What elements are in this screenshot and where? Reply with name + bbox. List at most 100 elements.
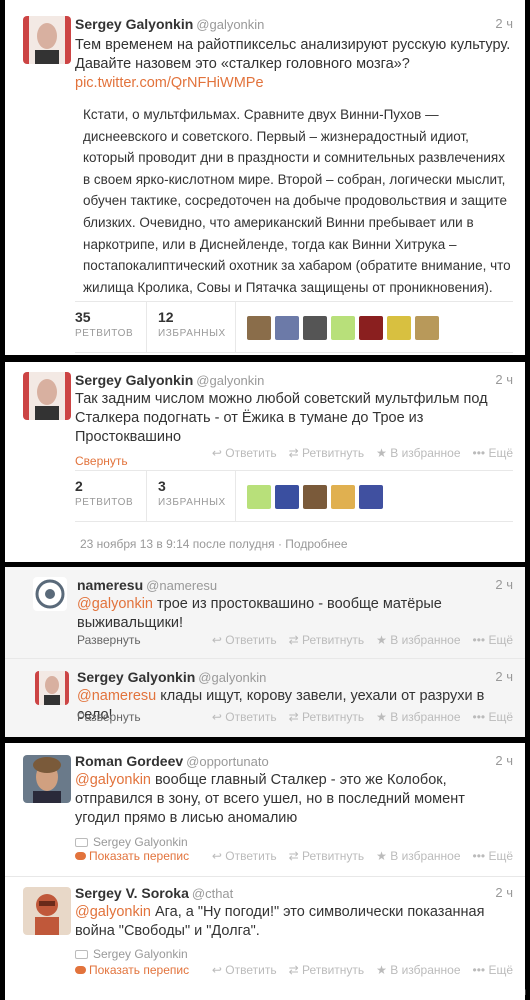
tweet-text: Тем временем на райотпиксельс анализирую… [75, 36, 513, 93]
favorite-count[interactable]: 12 ИЗБРАННЫХ [158, 309, 226, 339]
mention-link[interactable]: @galyonkin [75, 904, 151, 920]
expand-link[interactable]: Развернуть [77, 710, 141, 724]
retweet-count[interactable]: 2 РЕТВИТОВ [75, 478, 133, 508]
tweet-actions: ↩ Ответить ⇄ Ретвитнуть ★ В избранное ••• Е… [200, 963, 513, 977]
tweet-text-body: Тем временем на райотпиксельс анализирую… [75, 37, 511, 72]
tweet[interactable]: Sergey V. Soroka @cthat 2 ч @galyonkin Аг… [5, 877, 525, 1000]
author-handle[interactable]: @cthat [192, 886, 233, 901]
favoriters-avatars [247, 485, 387, 509]
show-conversation-link[interactable]: Показать перепис [75, 849, 197, 863]
timestamp[interactable]: 2 ч [495, 575, 513, 595]
timestamp[interactable]: 2 ч [495, 883, 513, 903]
author-handle[interactable]: @galyonkin [198, 670, 266, 685]
more-button[interactable]: ••• Ещё [473, 849, 514, 863]
more-button[interactable]: ••• Ещё [473, 633, 514, 647]
embedded-image-text[interactable]: Кстати, о мультфильмах. Сравните двух Ви… [83, 104, 513, 298]
retweet-button[interactable]: ⇄ Ретвитнуть [289, 710, 365, 724]
mini-avatar[interactable] [415, 316, 439, 340]
reply-button[interactable]: ↩ Ответить [212, 633, 277, 647]
mention-link[interactable]: @galyonkin [75, 772, 151, 788]
author-handle[interactable]: @opportunato [186, 754, 269, 769]
timestamp[interactable]: 2 ч [495, 370, 513, 390]
avatar[interactable] [33, 577, 67, 611]
avatar[interactable] [23, 755, 71, 803]
mini-avatar[interactable] [303, 485, 327, 509]
retweet-button[interactable]: ⇄ Ретвитнуть [289, 849, 365, 863]
favorite-button[interactable]: ★ В избранное [376, 633, 460, 647]
mini-avatar[interactable] [359, 485, 383, 509]
show-conversation-link[interactable]: Показать перепис [75, 963, 197, 977]
tweet[interactable]: Sergey Galyonkin @galyonkin 2 ч @nameresu… [5, 659, 525, 737]
favoriters-avatars [247, 316, 443, 340]
mini-avatar[interactable] [247, 485, 271, 509]
author-name[interactable]: Sergey Galyonkin [75, 372, 193, 388]
mini-avatar[interactable] [331, 485, 355, 509]
reply-button[interactable]: ↩ Ответить [212, 710, 277, 724]
mini-avatar[interactable] [331, 316, 355, 340]
author-handle[interactable]: @galyonkin [196, 17, 264, 32]
avatar[interactable] [35, 671, 69, 705]
tweet-text: @galyonkin вообще главный Сталкер - это … [75, 771, 513, 828]
tweet[interactable]: nameresu @nameresu 2 ч @galyonkin трое из… [5, 567, 525, 651]
tweet-actions: ↩ Ответить ⇄ Ретвитнуть ★ В избранное ••• Е… [200, 633, 513, 647]
tweet-text: @galyonkin Ага, а "Ну погоди!" это симво… [75, 903, 513, 941]
author-handle[interactable]: @nameresu [146, 578, 217, 593]
favorite-button[interactable]: ★ В избранное [376, 849, 460, 863]
expand-link[interactable]: Развернуть [77, 633, 141, 647]
mini-avatar[interactable] [275, 485, 299, 509]
author-name[interactable]: Sergey Galyonkin [77, 669, 195, 685]
tweet-stats: 2 РЕТВИТОВ 3 ИЗБРАННЫХ [75, 470, 513, 522]
avatar[interactable] [23, 887, 71, 935]
avatar[interactable] [23, 16, 71, 64]
favorite-button[interactable]: ★ В избранное [376, 963, 460, 977]
tweet-text: Так задним числом можно любой советский … [75, 391, 488, 445]
reply-button[interactable]: ↩ Ответить [212, 963, 277, 977]
retweet-icon [75, 950, 88, 959]
tweet-date[interactable]: 23 ноября 13 в 9:14 после полудня · Подр… [80, 537, 348, 551]
reply-button[interactable]: ↩ Ответить [212, 446, 277, 460]
retweet-button[interactable]: ⇄ Ретвитнуть [289, 446, 365, 460]
favorite-count[interactable]: 3 ИЗБРАННЫХ [158, 478, 226, 508]
favorite-button[interactable]: ★ В избранное [376, 710, 460, 724]
mini-avatar[interactable] [303, 316, 327, 340]
mini-avatar[interactable] [275, 316, 299, 340]
tweet[interactable]: Sergey Galyonkin @galyonkin 2 ч Так задни… [5, 362, 525, 562]
tweet[interactable]: Roman Gordeev @opportunato 2 ч @galyonkin… [5, 743, 525, 871]
timestamp[interactable]: 2 ч [495, 751, 513, 771]
conversation-icon [75, 966, 86, 974]
retweet-count[interactable]: 35 РЕТВИТОВ [75, 309, 133, 339]
retweet-button[interactable]: ⇄ Ретвитнуть [289, 633, 365, 647]
tweet-card-1: Sergey Galyonkin @galyonkin 2 ч Тем време… [5, 0, 525, 355]
tweet-card-4: Roman Gordeev @opportunato 2 ч @galyonkin… [5, 743, 525, 1000]
mention-link[interactable]: @galyonkin [77, 596, 153, 612]
author-name[interactable]: Sergey V. Soroka [75, 885, 189, 901]
timestamp[interactable]: 2 ч [495, 667, 513, 687]
mini-avatar[interactable] [359, 316, 383, 340]
mini-avatar[interactable] [387, 316, 411, 340]
tweet-card-2: Sergey Galyonkin @galyonkin 2 ч Так задни… [5, 362, 525, 562]
favorite-button[interactable]: ★ В избранное [376, 446, 460, 460]
retweeted-by[interactable]: Sergey Galyonkin [75, 835, 513, 849]
more-button[interactable]: ••• Ещё [473, 446, 514, 460]
tweet-actions: ↩ Ответить ⇄ Ретвитнуть ★ В избранное ••• Е… [200, 710, 513, 724]
mini-avatar[interactable] [247, 316, 271, 340]
media-link[interactable]: pic.twitter.com/QrNFHiWMPe [75, 75, 264, 91]
retweeted-by[interactable]: Sergey Galyonkin [75, 947, 513, 961]
more-button[interactable]: ••• Ещё [473, 710, 514, 724]
author-name[interactable]: Sergey Galyonkin [75, 16, 193, 32]
tweet-card-3: nameresu @nameresu 2 ч @galyonkin трое из… [5, 567, 525, 737]
conversation-icon [75, 852, 86, 860]
mention-link[interactable]: @nameresu [77, 688, 156, 704]
avatar[interactable] [23, 372, 71, 420]
tweet-text: @galyonkin трое из простоквашино - вообщ… [75, 595, 513, 633]
watermark: pikabu.ru [484, 987, 526, 998]
retweet-button[interactable]: ⇄ Ретвитнуть [289, 963, 365, 977]
more-button[interactable]: ••• Ещё [473, 963, 514, 977]
author-name[interactable]: nameresu [77, 577, 143, 593]
reply-button[interactable]: ↩ Ответить [212, 849, 277, 863]
retweet-icon [75, 838, 88, 847]
author-name[interactable]: Roman Gordeev [75, 753, 183, 769]
author-handle[interactable]: @galyonkin [196, 373, 264, 388]
timestamp[interactable]: 2 ч [495, 14, 513, 34]
tweet-stats: 35 РЕТВИТОВ 12 ИЗБРАННЫХ [75, 301, 513, 353]
